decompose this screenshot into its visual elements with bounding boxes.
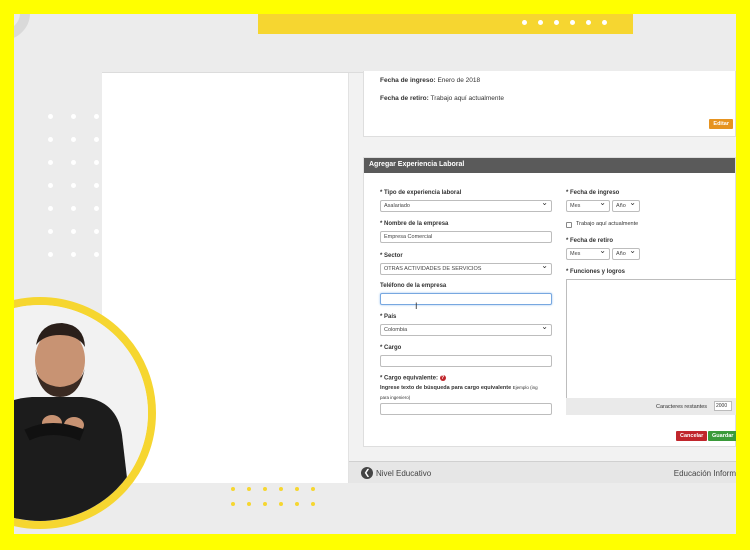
fecha-retiro-label: * Fecha de retiro [566,238,614,244]
fecha-retiro-line: Fecha de retiro: Trabajo aquí actualment… [380,95,504,102]
decorative-bottom-dots [231,487,316,506]
browser-screen: Fecha de ingreso: Enero de 2018 Fecha de… [102,71,736,483]
tipo-label: * Tipo de experiencia laboral [380,190,462,196]
top-dots [522,20,607,25]
form-title: Agregar Experiencia Laboral [364,158,735,173]
fecha-ingreso-label: * Fecha de ingreso [566,190,620,196]
cargo-label: * Cargo [380,345,402,351]
telefono-label: Teléfono de la empresa [380,283,447,289]
sector-label: * Sector [380,253,403,259]
cargo-equivalente-hint: Ingrese texto de búsqueda para cargo equ… [380,385,538,391]
decorative-circle [14,14,30,40]
trabajo-actual-label: Trabajo aquí actualmente [576,221,639,227]
help-icon[interactable]: ? [439,375,446,381]
right-pane: Fecha de ingreso: Enero de 2018 Fecha de… [349,71,736,483]
decorative-dot-grid [48,114,99,257]
cargo-equivalente-example: para ingeniero) [380,395,411,400]
pais-label: * País [380,314,397,320]
anio-ingreso-select[interactable]: Año [612,198,640,212]
character-counter-bar: Caracteres restantes 2000 [566,398,736,415]
telefono-input[interactable] [380,293,552,305]
cargo-input[interactable] [380,355,552,367]
experience-summary-card: Fecha de ingreso: Enero de 2018 Fecha de… [363,71,736,137]
add-experience-form: Agregar Experiencia Laboral * Tipo de ex… [363,157,736,447]
nav-back-link[interactable]: ❮ Nivel Educativo [361,467,431,479]
cancelar-button[interactable]: Cancelar [676,431,708,441]
interpreter-figure [14,305,148,521]
caracteres-counter: 2000 [714,401,732,411]
mes-retiro-select[interactable]: Mes [566,246,610,260]
anio-retiro-select[interactable]: Año [612,246,640,260]
section-navigation: ❮ Nivel Educativo Educación Inform [349,461,736,483]
guardar-button[interactable]: Guardar [708,431,736,441]
nav-back-label: Nivel Educativo [376,468,432,478]
nav-next-link[interactable]: Educación Inform [674,469,736,478]
text-cursor-icon: I [415,301,418,311]
tipo-select[interactable]: Asalariado [380,198,552,212]
chevron-left-icon: ❮ [361,467,373,479]
fecha-ingreso-line: Fecha de ingreso: Enero de 2018 [380,77,481,84]
cargo-equivalente-label: * Cargo equivalente: ? [380,375,446,382]
trabajo-actual-checkbox[interactable] [566,222,572,228]
editar-button[interactable]: Editar [709,119,733,129]
empresa-label: * Nombre de la empresa [380,221,449,227]
mes-ingreso-select[interactable]: Mes [566,198,610,212]
pais-select[interactable]: Colombia [380,322,552,336]
empresa-input[interactable]: Empresa Comercial [380,231,552,243]
funciones-textarea[interactable] [566,279,736,399]
caracteres-label: Caracteres restantes [656,404,708,410]
cargo-equivalente-input[interactable] [380,403,552,415]
funciones-label: * Funciones y logros [566,269,626,275]
video-frame: Fecha de ingreso: Enero de 2018 Fecha de… [14,14,736,534]
sector-select[interactable]: OTRAS ACTIVIDADES DE SERVICIOS [380,261,552,275]
